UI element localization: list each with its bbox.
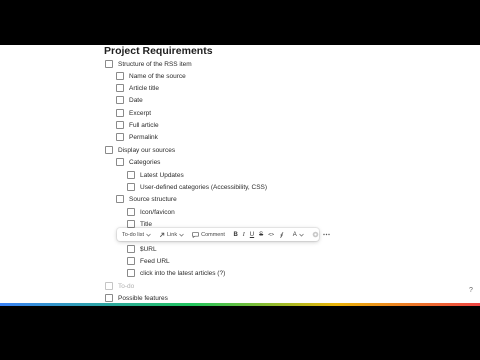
todo-label: Name of the source: [129, 72, 186, 80]
link-label: Link: [167, 231, 178, 238]
todo-item-structure-rss[interactable]: Structure of the RSS item: [105, 58, 192, 70]
comment-button[interactable]: Comment: [190, 229, 227, 240]
todo-item-icon-favicon[interactable]: Icon/favicon: [127, 206, 175, 218]
todo-label: User-defined categories (Accessibility, …: [140, 183, 268, 191]
bold-button[interactable]: B: [231, 229, 240, 240]
more-options-button[interactable]: [321, 229, 332, 240]
todo-checkbox[interactable]: [116, 195, 124, 203]
todo-label: Display our sources: [118, 146, 176, 154]
todo-checkbox[interactable]: [105, 60, 113, 68]
code-button[interactable]: <>: [266, 229, 277, 240]
todo-item-latest-articles[interactable]: click into the latest articles (?): [127, 267, 225, 279]
block-type-dropdown[interactable]: To-do list: [120, 229, 153, 240]
todo-label: Structure of the RSS item: [118, 60, 192, 68]
todo-item-user-categories[interactable]: User-defined categories (Accessibility, …: [127, 181, 267, 193]
todo-label: Permalink: [129, 133, 158, 141]
todo-checkbox[interactable]: [127, 257, 135, 265]
letterbox-bottom: [0, 306, 480, 360]
todo-label: Latest Updates: [140, 171, 184, 179]
chevron-down-icon: [298, 233, 304, 237]
todo-checkbox[interactable]: [116, 72, 124, 80]
todo-placeholder-label: To-do: [118, 282, 135, 290]
todo-label: $URL: [140, 245, 157, 253]
chevron-down-icon: [146, 233, 151, 237]
todo-item-article-title[interactable]: Article title: [116, 82, 159, 94]
todo-item-possible-features[interactable]: Possible features: [105, 292, 168, 303]
todo-label: Feed URL: [140, 257, 170, 265]
todo-checkbox[interactable]: [127, 269, 135, 277]
todo-label: click into the latest articles (?): [140, 269, 226, 277]
todo-checkbox[interactable]: [116, 158, 124, 166]
todo-label: Possible features: [118, 294, 168, 302]
link-button[interactable]: Link: [157, 229, 186, 240]
todo-checkbox[interactable]: [116, 133, 124, 141]
mention-button[interactable]: [310, 229, 321, 240]
todo-checkbox[interactable]: [105, 294, 113, 302]
todo-checkbox[interactable]: [127, 208, 135, 216]
todo-item-source-structure[interactable]: Source structure: [116, 193, 177, 205]
help-button[interactable]: ?: [469, 287, 473, 294]
todo-item-name-source[interactable]: Name of the source: [116, 70, 186, 82]
todo-label: Icon/favicon: [140, 208, 175, 216]
todo-checkbox[interactable]: [116, 84, 124, 92]
equation-button[interactable]: [277, 229, 287, 240]
todo-item-latest-updates[interactable]: Latest Updates: [127, 169, 184, 181]
comment-label: Comment: [201, 231, 225, 238]
text-color-button[interactable]: A: [291, 229, 306, 240]
todo-label: Excerpt: [129, 109, 152, 117]
more-horizontal-icon: [323, 233, 330, 236]
formatting-toolbar: To-do list Link Comment B I U S <> A: [117, 228, 330, 241]
text-color-label: A: [292, 231, 297, 238]
todo-checkbox[interactable]: [127, 171, 135, 179]
todo-checkbox[interactable]: [116, 96, 124, 104]
at-sign-icon: [312, 231, 319, 238]
todo-label: Article title: [129, 84, 159, 92]
underline-button[interactable]: U: [247, 229, 256, 240]
chevron-down-icon: [179, 233, 184, 237]
todo-checkbox[interactable]: [116, 121, 124, 129]
todo-item-permalink[interactable]: Permalink: [116, 131, 158, 143]
italic-button[interactable]: I: [240, 229, 247, 240]
todo-label: Source structure: [129, 195, 177, 203]
todo-item-categories[interactable]: Categories: [116, 156, 160, 168]
todo-label: Categories: [129, 158, 161, 166]
todo-checkbox[interactable]: [105, 282, 113, 290]
todo-item-date[interactable]: Date: [116, 94, 143, 106]
function-icon: [279, 231, 283, 238]
comment-icon: [192, 231, 199, 238]
document-page: Project Requirements Structure of the RS…: [0, 45, 480, 303]
todo-item-placeholder[interactable]: To-do: [105, 280, 134, 292]
todo-item-excerpt[interactable]: Excerpt: [116, 107, 151, 119]
block-type-label: To-do list: [122, 231, 145, 238]
todo-label: Date: [129, 96, 143, 104]
todo-checkbox[interactable]: [127, 220, 135, 228]
todo-item-full-article[interactable]: Full article: [116, 119, 159, 131]
strikethrough-button[interactable]: S: [257, 229, 266, 240]
todo-label: Full article: [129, 121, 159, 129]
todo-checkbox[interactable]: [116, 109, 124, 117]
todo-checkbox[interactable]: [127, 245, 135, 253]
todo-checkbox[interactable]: [127, 183, 135, 191]
todo-item-url[interactable]: $URL: [127, 243, 157, 255]
page-title: Project Requirements: [104, 45, 213, 57]
todo-item-display-sources[interactable]: Display our sources: [105, 144, 175, 156]
todo-item-feed-url[interactable]: Feed URL: [127, 255, 170, 267]
todo-label: Title: [140, 220, 153, 228]
todo-checkbox[interactable]: [105, 146, 113, 154]
link-arrow-icon: [159, 232, 165, 237]
letterbox-top: [0, 0, 480, 45]
